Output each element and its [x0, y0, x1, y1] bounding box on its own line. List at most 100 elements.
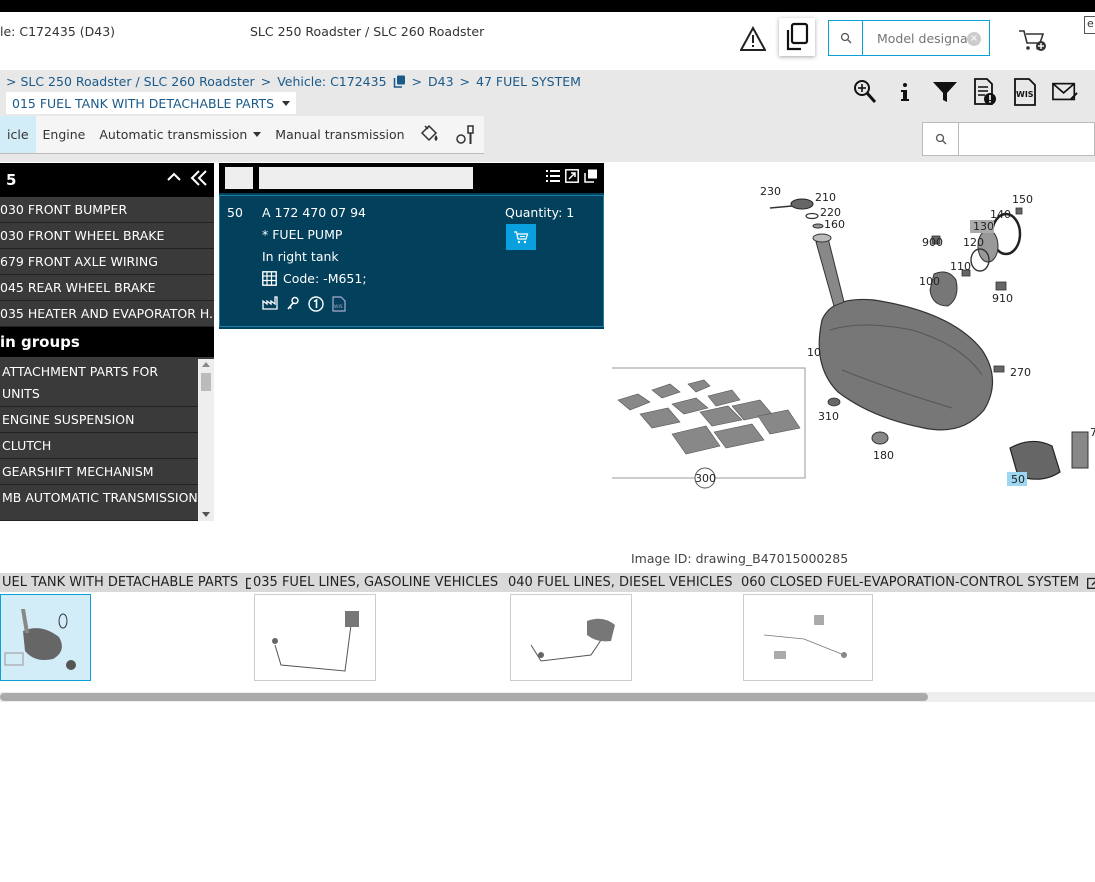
part-row[interactable]: 50 A 172 470 07 94 * FUEL PUMP In right … [219, 195, 604, 327]
copy-icon[interactable] [393, 75, 406, 88]
recent-item[interactable]: 030 FRONT WHEEL BRAKE [0, 223, 214, 249]
callout-label: 310 [818, 410, 839, 423]
collapse-up-icon[interactable] [166, 169, 182, 185]
info-icon[interactable] [892, 78, 918, 106]
callout-label: 160 [824, 218, 845, 231]
model-search[interactable]: × [828, 20, 990, 56]
tab-bar: icle Engine Automatic transmission Manua… [0, 116, 1095, 162]
model-title: SLC 250 Roadster / SLC 260 Roadster [250, 24, 485, 39]
group-item[interactable]: ENGINE SUSPENSION [0, 407, 198, 433]
thumbnail-label: UEL TANK WITH DETACHABLE PARTS [2, 575, 239, 590]
tabs: icle Engine Automatic transmission Manua… [0, 116, 484, 154]
search-icon[interactable] [923, 123, 959, 155]
part-code: Code: -M651; [262, 271, 367, 286]
callout-label: 300 [695, 472, 716, 485]
factory-icon[interactable] [262, 296, 278, 310]
thumbnail-evaporation-control[interactable]: 060 CLOSED FUEL-EVAPORATION-CONTROL SYST… [739, 573, 1095, 681]
callout-label: 900 [922, 236, 943, 249]
double-chevron-left-icon[interactable] [190, 169, 208, 187]
thumbnail-image[interactable] [743, 594, 873, 681]
cart-icon [514, 231, 529, 244]
language-select[interactable]: e [1084, 16, 1095, 34]
breadcrumb-vehicle[interactable]: Vehicle: C172435 [277, 74, 386, 89]
callout-label: 120 [963, 236, 984, 249]
breadcrumb-engine[interactable]: D43 [428, 74, 454, 89]
tab-vehicle[interactable]: icle [0, 116, 36, 153]
copy-button[interactable] [779, 18, 815, 56]
tab-engine[interactable]: Engine [36, 116, 93, 153]
model-search-input[interactable] [863, 21, 973, 55]
thumbnail-fuel-lines-gasoline[interactable]: 035 FUEL LINES, GASOLINE VEHICLES [251, 573, 523, 681]
parts-list-header [219, 163, 604, 193]
thumbnail-image[interactable] [254, 594, 376, 681]
group-item[interactable]: GEARSHIFT MECHANISM [0, 459, 198, 485]
mail-icon[interactable] [1052, 78, 1078, 106]
scroll-thumb[interactable] [201, 373, 211, 391]
thumbnail-scrollbar[interactable] [0, 692, 1095, 702]
thumbnail-fuel-lines-diesel[interactable]: 040 FUEL LINES, DIESEL VEHICLES [506, 573, 757, 681]
svg-text:WIS: WIS [1016, 90, 1034, 99]
group-item[interactable]: CLUTCH [0, 433, 198, 459]
breadcrumb-group[interactable]: 47 FUEL SYSTEM [476, 74, 581, 89]
search-icon[interactable] [829, 21, 863, 55]
recent-item[interactable]: 679 FRONT AXLE WIRING [0, 249, 214, 275]
thumbnail-label: 060 CLOSED FUEL-EVAPORATION-CONTROL SYST… [741, 575, 1080, 590]
wis-icon[interactable]: WIS [1012, 78, 1038, 106]
recent-item[interactable]: 030 FRONT BUMPER [0, 197, 214, 223]
edit-icon[interactable] [1087, 577, 1095, 589]
tab-automatic-transmission[interactable]: Automatic transmission [92, 116, 268, 153]
parts-search[interactable] [922, 122, 1095, 156]
tab-paint[interactable] [412, 116, 448, 153]
scroll-thumb[interactable] [0, 693, 928, 701]
tab-label: icle [7, 127, 29, 142]
expand-icon[interactable] [565, 169, 579, 183]
tab-manual-transmission[interactable]: Manual transmission [268, 116, 411, 153]
document-alert-icon[interactable] [972, 78, 998, 106]
breadcrumb-model[interactable]: > SLC 250 Roadster / SLC 260 Roadster [6, 74, 255, 89]
callout-label: 210 [815, 191, 836, 204]
warning-icon[interactable] [740, 26, 766, 52]
filter-icon[interactable] [932, 78, 958, 106]
callout-label: 270 [1010, 366, 1031, 379]
callout-label: 110 [950, 260, 971, 273]
part-position: 50 [227, 205, 243, 220]
parts-list-panel: 50 A 172 470 07 94 * FUEL PUMP In right … [219, 163, 604, 329]
toolbar: WIS [852, 78, 1078, 106]
callout-label: 910 [992, 292, 1013, 305]
thumbnail-fuel-tank[interactable]: UEL TANK WITH DETACHABLE PARTS [0, 573, 263, 681]
add-to-cart-button[interactable] [506, 224, 536, 250]
popout-icon[interactable] [584, 169, 598, 183]
subgroup-dropdown[interactable]: 015 FUEL TANK WITH DETACHABLE PARTS [6, 92, 297, 114]
breadcrumb-separator: > [411, 74, 423, 89]
thumbnail-image[interactable] [0, 594, 91, 681]
position-filter[interactable] [225, 167, 253, 189]
tab-label: Automatic transmission [99, 127, 248, 142]
number-one-icon[interactable] [308, 296, 324, 312]
main-groups-list: ATTACHMENT PARTS FOR UNITS ENGINE SUSPEN… [0, 359, 214, 521]
recent-item[interactable]: 035 HEATER AND EVAPORATOR H... [0, 301, 214, 327]
exploded-drawing[interactable]: 230 210 220 160 150 140 130 900 120 110 … [612, 170, 1095, 500]
tab-tools[interactable] [448, 116, 484, 153]
group-item[interactable]: MB AUTOMATIC TRANSMISSION [0, 485, 198, 521]
recent-title: 5 [6, 171, 17, 189]
callout-label: 150 [1012, 193, 1033, 206]
recent-item[interactable]: 045 REAR WHEEL BRAKE [0, 275, 214, 301]
key-icon[interactable] [286, 296, 300, 310]
scroll-down-icon[interactable] [202, 512, 210, 517]
clear-icon[interactable]: × [967, 32, 981, 46]
group-item[interactable]: ATTACHMENT PARTS FOR UNITS [0, 359, 198, 407]
breadcrumb-separator: > [260, 74, 272, 89]
thumbnail-image[interactable] [510, 594, 632, 681]
part-filter[interactable] [259, 167, 473, 189]
copy-icon [786, 22, 809, 51]
zoom-in-icon[interactable] [852, 78, 878, 106]
wis-document-icon[interactable]: WIS [332, 296, 346, 312]
cart-add-icon[interactable] [1018, 28, 1048, 54]
breadcrumb-bar: > SLC 250 Roadster / SLC 260 Roadster > … [0, 70, 1095, 116]
scroll-up-icon[interactable] [202, 362, 210, 367]
tab-label: Engine [42, 127, 86, 142]
caret-down-icon [253, 132, 262, 137]
list-icon[interactable] [546, 169, 560, 183]
groups-scrollbar[interactable] [198, 359, 214, 521]
vehicle-title: le: C172435 (D43) [0, 24, 116, 39]
